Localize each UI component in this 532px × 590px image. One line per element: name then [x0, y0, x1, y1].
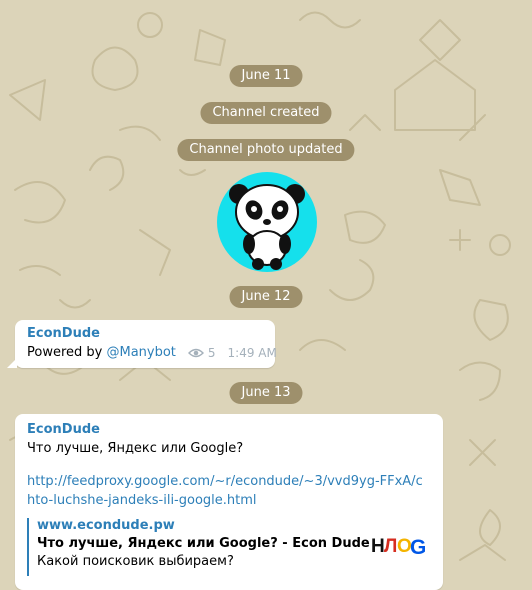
svg-text:G: G — [410, 536, 425, 559]
svg-text:Л: Л — [384, 536, 397, 557]
panda-avatar-icon — [229, 184, 305, 270]
message-text: Что лучше, Яндекс или Google? — [27, 441, 244, 456]
service-message-channel-created: Channel created — [200, 102, 332, 124]
message-bubble[interactable]: EconDude Powered by @Manybot 5 1:49 AM — [7, 320, 277, 368]
bubble-tail — [7, 358, 17, 368]
yandex-google-logo-icon: Н Л О G — [371, 536, 425, 559]
date-separator-june-13: June 13 — [229, 382, 303, 404]
eye-icon — [187, 348, 204, 357]
date-separator-june-11: June 11 — [229, 65, 303, 87]
service-message-photo-updated: Channel photo updated — [177, 139, 355, 161]
message-meta: 5 1:49 AM — [187, 345, 277, 360]
channel-photo[interactable] — [217, 172, 317, 272]
message-url-link[interactable]: http://feedproxy.google.com/~r/econdude/… — [27, 474, 423, 508]
message-bubble-link[interactable]: EconDude Что лучше, Яндекс или Google? h… — [15, 414, 443, 590]
message-time: 1:49 AM — [227, 345, 277, 360]
message-text: Powered by — [27, 345, 107, 360]
message-author[interactable]: EconDude — [27, 326, 263, 341]
svg-text:Н: Н — [371, 536, 385, 557]
mention-link[interactable]: @Manybot — [106, 345, 175, 360]
message-author[interactable]: EconDude — [27, 422, 431, 437]
view-count: 5 — [207, 345, 216, 360]
link-preview[interactable]: www.econdude.pw Что лучше, Яндекс или Go… — [27, 518, 431, 576]
date-separator-june-12: June 12 — [229, 286, 303, 308]
